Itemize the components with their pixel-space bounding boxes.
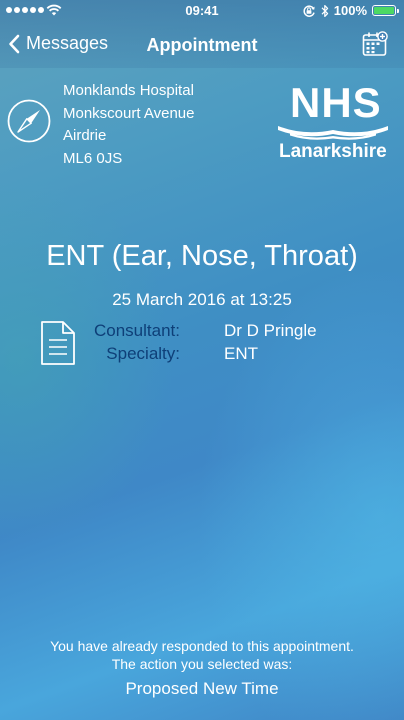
specialty-label: Specialty: xyxy=(106,344,180,363)
nhs-lanarkshire-logo: NHS Lanarkshire xyxy=(276,82,390,164)
calendar-add-icon xyxy=(362,31,388,56)
rotation-lock-icon xyxy=(303,4,315,17)
bluetooth-icon xyxy=(321,4,328,17)
consultant-label: Consultant: xyxy=(94,321,180,340)
battery-icon xyxy=(372,5,399,16)
response-action-intro: The action you selected was: xyxy=(111,656,293,672)
address-line: Monklands Hospital xyxy=(63,82,194,99)
selected-action: Proposed New Time xyxy=(125,679,279,698)
location-address: Monklands Hospital Monkscourt Avenue Air… xyxy=(63,80,194,170)
response-summary: You have already responded to this appoi… xyxy=(0,637,404,699)
response-message: You have already responded to this appoi… xyxy=(50,638,354,654)
appointment-title: ENT (Ear, Nose, Throat) xyxy=(46,240,358,272)
nhs-region-label: Lanarkshire xyxy=(279,141,387,162)
address-line: Airdrie xyxy=(63,127,107,144)
add-to-calendar-button[interactable] xyxy=(362,31,388,62)
page-title: Appointment xyxy=(146,35,258,55)
specialty-value: ENT xyxy=(224,344,258,363)
address-line: ML6 0JS xyxy=(63,149,123,167)
logo-waves-icon xyxy=(278,126,388,140)
battery-level-fill xyxy=(374,7,394,14)
consultant-value: Dr D Pringle xyxy=(224,321,317,340)
address-line: Monkscourt Avenue xyxy=(63,104,195,122)
compass-icon[interactable] xyxy=(6,98,52,144)
battery-percent: 100% xyxy=(333,3,367,18)
nhs-wordmark: NHS xyxy=(290,79,382,126)
status-bar: 09:41 100% xyxy=(0,0,404,22)
appointment-datetime: 25 March 2016 at 13:25 xyxy=(112,290,292,309)
appointment-screen: 09:41 100% Messages Appointment Monkland… xyxy=(0,0,404,720)
status-right-group: 100% xyxy=(302,3,399,18)
